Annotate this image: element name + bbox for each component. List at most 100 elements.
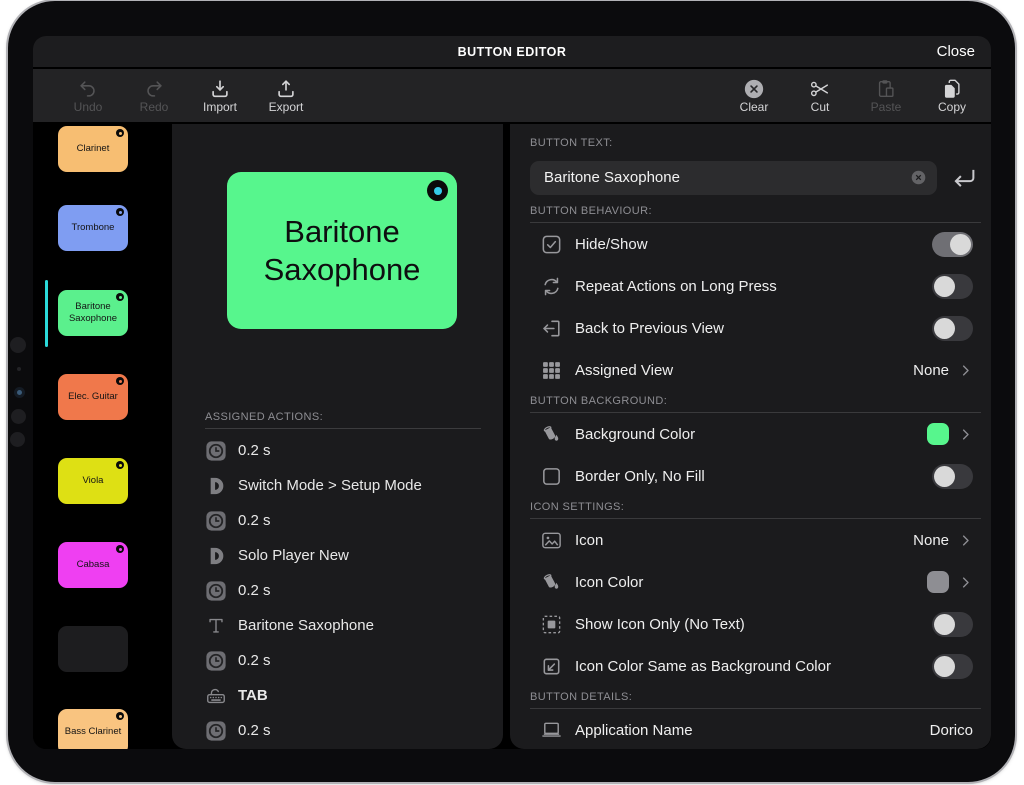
text-icon <box>205 615 227 637</box>
row-label: Icon <box>575 531 604 549</box>
color-swatch[interactable] <box>927 423 949 445</box>
sidebar-button-clarinet[interactable]: Clarinet <box>58 126 128 172</box>
toggle-border-only-no-fill[interactable] <box>932 463 973 489</box>
row-icon-color[interactable]: Icon Color <box>510 561 991 603</box>
dorico-icon <box>205 475 227 497</box>
bezel-speaker-dot <box>10 337 26 353</box>
repeat-icon <box>540 275 563 298</box>
dorico-icon <box>205 545 227 567</box>
button-indicator-dot <box>116 461 124 469</box>
row-hide-show: Hide/Show <box>510 223 991 265</box>
action-item-solo-player-new[interactable]: Solo Player New <box>205 538 483 573</box>
row-assigned-view[interactable]: Assigned View None <box>510 349 991 391</box>
row-value: None <box>913 531 949 549</box>
toolbar-label: Cut <box>810 99 830 114</box>
button-indicator-dot <box>116 293 124 301</box>
color-swatch[interactable] <box>927 571 949 593</box>
toolbar-copy-button[interactable]: Copy <box>919 78 985 114</box>
sidebar-button-baritone-saxophone[interactable]: Baritone Saxophone <box>58 290 128 336</box>
row-label: Icon Color Same as Background Color <box>575 657 831 675</box>
action-item-0-2-s[interactable]: 0.2 s <box>205 713 483 748</box>
inspector-sections: BUTTON BEHAVIOUR: Hide/Show Repeat Actions… <box>510 201 991 749</box>
checkbox-checked-icon <box>540 233 563 256</box>
bezel-sensor-dot <box>11 409 26 424</box>
row-label: Border Only, No Fill <box>575 467 705 485</box>
selected-button-indicator <box>45 280 48 347</box>
sidebar-button-label: Trombone <box>71 221 115 233</box>
action-label: 0.2 s <box>238 512 271 529</box>
row-value: None <box>913 361 949 379</box>
toolbar-label: Redo <box>139 99 169 114</box>
sidebar-button-cabasa[interactable]: Cabasa <box>58 542 128 588</box>
preview-panel: Baritone Saxophone ASSIGNED ACTIONS: 0.2… <box>172 124 503 749</box>
sidebar-button-bass-clarinet[interactable]: Bass Clarinet <box>58 709 128 749</box>
action-label: 0.2 s <box>238 722 271 739</box>
action-item-0-2-s[interactable]: 0.2 s <box>205 503 483 538</box>
toolbar-import-button[interactable]: Import <box>187 78 253 114</box>
clear-text-icon[interactable] <box>910 169 927 186</box>
clock-icon <box>205 650 227 672</box>
section-header-icon-settings: ICON SETTINGS: <box>530 501 625 513</box>
action-item-switch-mode-setup-mode[interactable]: Switch Mode > Setup Mode <box>205 468 483 503</box>
row-show-icon-only-no-text: Show Icon Only (No Text) <box>510 603 991 645</box>
return-key-icon[interactable] <box>949 163 979 193</box>
clock-icon <box>205 720 227 742</box>
redo-icon <box>143 78 165 100</box>
action-item-tab[interactable]: TAB <box>205 678 483 713</box>
row-repeat-actions-on-long-press: Repeat Actions on Long Press <box>510 265 991 307</box>
toolbar-label: Paste <box>870 99 902 114</box>
sidebar-button-viola[interactable]: Viola <box>58 458 128 504</box>
toggle-back-to-previous-view[interactable] <box>932 315 973 341</box>
sidebar-button-elec-guitar[interactable]: Elec. Guitar <box>58 374 128 420</box>
ipad-frame: BUTTON EDITOR Close Undo Redo Import Export… <box>8 1 1015 782</box>
action-label: 0.2 s <box>238 652 271 669</box>
action-label: Solo Player New <box>238 547 349 564</box>
toggle-repeat-actions-on-long-press[interactable] <box>932 273 973 299</box>
toolbar-export-button[interactable]: Export <box>253 78 319 114</box>
action-item-0-2-s[interactable]: 0.2 s <box>205 433 483 468</box>
sidebar-button-label: Elec. Guitar <box>68 390 118 402</box>
toggle-icon-color-same-as-background-color[interactable] <box>932 653 973 679</box>
row-label: Show Icon Only (No Text) <box>575 615 745 633</box>
chevron-right-icon <box>958 363 973 378</box>
chevron-right-icon <box>958 427 973 442</box>
app-screen: BUTTON EDITOR Close Undo Redo Import Export… <box>33 36 991 749</box>
row-icon[interactable]: Icon None <box>510 519 991 561</box>
toolbar-clear-button[interactable]: Clear <box>721 78 787 114</box>
toggle-show-icon-only-no-text[interactable] <box>932 611 973 637</box>
action-label: 0.2 s <box>238 442 271 459</box>
toolbar-left-group: Undo Redo Import Export <box>55 78 319 114</box>
toolbar: Undo Redo Import Export Clear Cut Paste Copy <box>33 69 991 122</box>
action-item-0-2-s[interactable]: 0.2 s <box>205 573 483 608</box>
section-header-button-behaviour: BUTTON BEHAVIOUR: <box>530 205 652 217</box>
action-item-baritone-saxophone[interactable]: Baritone Saxophone <box>205 608 483 643</box>
row-icon-color-same-as-background-color: Icon Color Same as Background Color <box>510 645 991 687</box>
toggle-hide-show[interactable] <box>932 231 973 257</box>
divider <box>205 428 481 429</box>
import-icon <box>209 78 231 100</box>
section-header-button-details: BUTTON DETAILS: <box>530 691 633 703</box>
row-background-color[interactable]: Background Color <box>510 413 991 455</box>
title-bar: BUTTON EDITOR Close <box>33 36 991 67</box>
button-indicator-dot <box>116 129 124 137</box>
sidebar-button-trombone[interactable]: Trombone <box>58 205 128 251</box>
row-application-name[interactable]: Application Name Dorico <box>510 709 991 749</box>
bezel-mic-dot <box>17 367 21 371</box>
chevron-right-icon <box>958 533 973 548</box>
button-indicator-dot <box>116 545 124 553</box>
toolbar-cut-button[interactable]: Cut <box>787 78 853 114</box>
sidebar-button-label: Baritone Saxophone <box>68 300 118 324</box>
sidebar-button-blank[interactable] <box>58 626 128 672</box>
sidebar-button-label: Viola <box>82 474 104 486</box>
toggle-knob <box>934 275 955 297</box>
row-value: Dorico <box>929 721 973 739</box>
button-text-input[interactable] <box>544 169 910 186</box>
close-button[interactable]: Close <box>937 36 975 67</box>
toggle-knob <box>934 465 955 487</box>
laptop-icon <box>540 719 563 742</box>
paint-bucket-icon <box>540 571 563 594</box>
action-item-0-2-s[interactable]: 0.2 s <box>205 643 483 678</box>
chevron-right-icon <box>958 575 973 590</box>
toolbar-paste-button: Paste <box>853 78 919 114</box>
toolbar-redo-button: Redo <box>121 78 187 114</box>
